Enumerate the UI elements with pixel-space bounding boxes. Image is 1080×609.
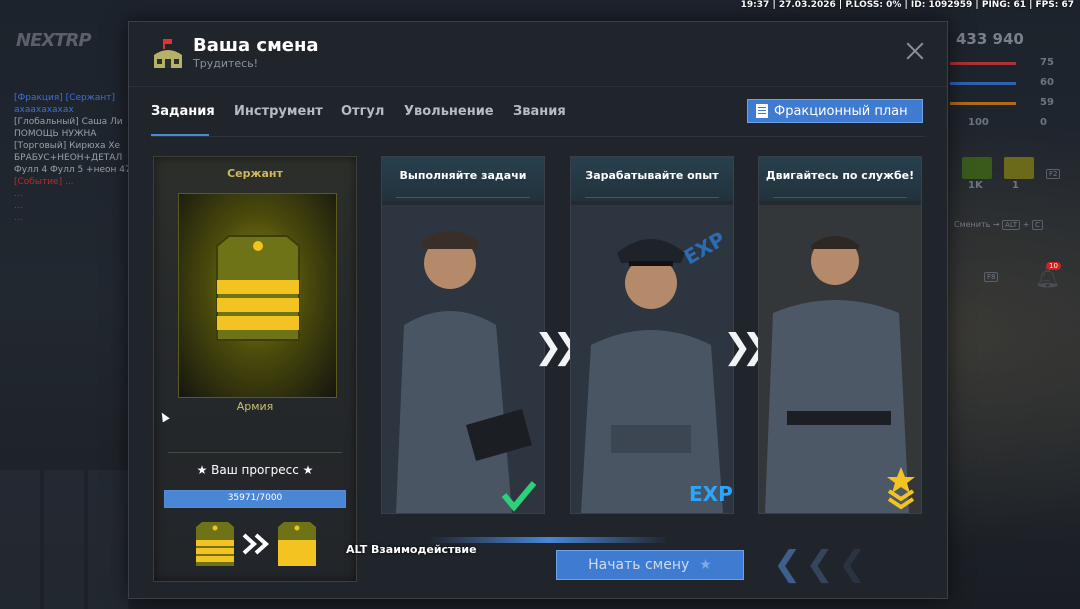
modal-title: Ваша смена [193,35,319,56]
hunger-value: 59 [1040,97,1054,108]
tab-tasks[interactable]: Задания [151,104,215,119]
card-value: 1 [1012,180,1019,191]
chevron-left-icon[interactable]: ❮ [773,544,806,584]
chat-message: ... [14,189,23,199]
chevron-left-icon: ❮ [805,544,838,584]
key-hint: F2 [1046,169,1061,179]
progress-bar: 35971/7000 [164,490,346,508]
exp-icon: EXP [689,482,733,506]
quick-key: F8 [984,272,999,282]
step-title: Выполняйте задачи [399,169,527,182]
chat-message: ... [14,213,23,223]
progress-label: ★ Ваш прогресс ★ [196,463,314,477]
shift-modal: Ваша смена Трудитесь! Задания Инструмент… [128,21,948,599]
document-icon [756,104,768,118]
step-card-exp: Зарабатывайте опыт EXP EXP [570,156,734,514]
armor-bar [950,82,1016,85]
step-title: Зарабатывайте опыт [585,169,719,182]
chat-feed: [Фракция] [Сержант] ахаахахахах [Глобальны… [14,92,129,224]
progress-text: 35971/7000 [227,493,283,503]
tab-dismissal[interactable]: Увольнение [404,104,494,119]
rank-insignia [178,193,337,398]
hud-right-panel: 433 940 75 60 59 100 0 1K 1 F2 Сменить →… [948,0,1080,609]
commander-illustration [759,205,921,513]
hunger-bar [950,102,1016,105]
cash-value: 1K [968,180,983,191]
tab-tools[interactable]: Инструмент [234,104,323,119]
chevron-right-icon: ❯❯ [723,327,770,367]
server-logo: NEXTRP [16,30,92,51]
thirst-value: 0 [1040,117,1047,128]
card-icon[interactable] [1004,157,1034,179]
soldier-tablet-illustration [382,205,544,513]
cash-icon[interactable] [962,157,992,179]
chat-message: ПОМОЩЬ НУЖНА [14,129,97,139]
sergeant-shoulder-strap-icon [216,235,300,341]
rank-divider [168,452,342,453]
rank-faction: Армия [236,400,274,413]
switch-key-c: C [1031,220,1043,230]
background-blocks [0,470,130,609]
chat-message: ... [14,201,23,211]
officer-illustration: EXP EXP [571,205,733,513]
tab-ranks[interactable]: Звания [513,104,566,119]
chat-message: Фулл 4 Фулл 5 +неон 47 [14,165,129,175]
chevron-right-icon: ❯❯ [534,327,581,367]
start-shift-label: Начать смену [588,557,690,573]
chat-message: [Глобальный] Саша Ли [14,117,123,127]
chat-message: ахаахахахах [14,105,74,115]
chevron-left-icon: ❮ [838,544,871,584]
faction-plan-label: Фракционный план [774,103,908,119]
step-card-tasks: Выполняйте задачи [381,156,545,514]
switch-hint: Сменить → [954,220,1000,229]
rank-card: Сержант Армия ★ Ваш прогресс ★ 35971/700… [153,156,357,582]
modal-subtitle: Трудитесь! [193,57,259,70]
step-divider [585,197,719,198]
faction-plan-button[interactable]: Фракционный план [747,99,923,123]
health-bar [950,62,1016,65]
next-rank-icon [196,522,316,566]
health-value: 75 [1040,57,1054,68]
switch-key-alt: ALT [1002,220,1021,230]
close-icon[interactable] [903,39,927,63]
step-divider [396,197,530,198]
building-icon [154,39,182,68]
rank-title: Сержант [227,167,283,180]
star-icon: ★ [699,557,712,573]
modal-header: Ваша смена Трудитесь! [129,22,947,87]
tabs-divider [151,136,925,137]
interaction-hint: ALT Взаимодействие [346,543,477,556]
notification-badge: 10 [1046,262,1061,270]
chat-message: [Событие] ... [14,177,74,187]
chat-message: [Торговый] Кирюха Хе [14,141,121,151]
step-card-promotion: Двигайтесь по службе! [758,156,922,514]
back-arrows: ❮❮❮ [773,544,871,584]
chat-message: [Фракция] [Сержант] [14,93,115,103]
step-divider [773,197,907,198]
start-shift-button[interactable]: Начать смену ★ [556,550,744,580]
level-value: 100 [968,117,989,128]
tab-leave[interactable]: Отгул [341,104,384,119]
money-value: 433 940 [956,30,1024,48]
armor-value: 60 [1040,77,1054,88]
chat-message: БРАБУС+НЕОН+ДЕТАЛ [14,153,123,163]
step-title: Двигайтесь по службе! [765,169,915,182]
